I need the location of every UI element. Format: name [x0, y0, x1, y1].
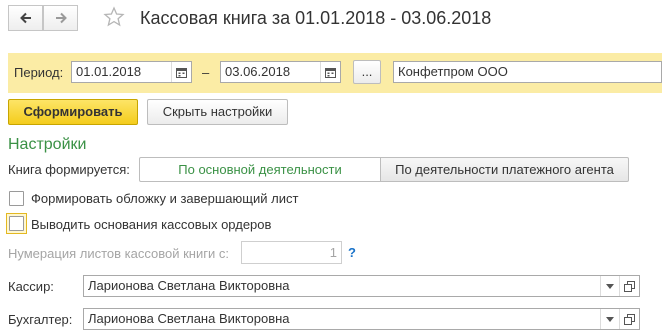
reasons-checkbox[interactable] [9, 216, 24, 231]
arrow-right-icon [55, 12, 67, 24]
arrow-left-icon [19, 12, 31, 24]
page-title: Кассовая книга за 01.01.2018 - 03.06.201… [140, 8, 492, 28]
accountant-dropdown-button[interactable] [600, 309, 619, 329]
open-window-icon [624, 280, 635, 292]
book-mode-label: Книга формируется: [8, 162, 130, 177]
date-to-value: 03.06.2018 [225, 64, 291, 79]
chevron-down-icon [606, 283, 614, 289]
numbering-field: 1 [241, 241, 342, 264]
forward-button[interactable] [43, 5, 78, 31]
cover-checkbox[interactable] [9, 191, 24, 206]
accountant-label: Бухгалтер: [8, 312, 73, 327]
accountant-value: Ларионова Светлана Викторовна [88, 311, 290, 326]
date-from-field[interactable]: 01.01.2018 [71, 61, 192, 83]
date-from-value: 01.01.2018 [76, 64, 142, 79]
chevron-down-icon [606, 316, 614, 322]
cashier-open-button[interactable] [619, 276, 639, 296]
mode-main-activity[interactable]: По основной деятельности [139, 157, 381, 182]
mode-payment-agent[interactable]: По деятельности платежного агента [381, 157, 629, 182]
date-to-field[interactable]: 03.06.2018 [220, 61, 341, 83]
settings-title: Настройки [8, 136, 87, 153]
cashier-field[interactable]: Ларионова Светлана Викторовна [83, 275, 640, 297]
calendar-icon [325, 67, 336, 78]
cashier-dropdown-button[interactable] [600, 276, 619, 296]
back-button[interactable] [8, 5, 43, 31]
choose-period-button[interactable]: ... [353, 60, 381, 84]
calendar-icon [176, 67, 187, 78]
calendar-button[interactable] [171, 62, 191, 82]
accountant-open-button[interactable] [619, 309, 639, 329]
help-link[interactable]: ? [348, 245, 356, 260]
numbering-label: Нумерация листов кассовой книги с: [8, 246, 229, 261]
accountant-field[interactable]: Ларионова Светлана Викторовна [83, 308, 640, 330]
star-icon[interactable] [103, 6, 125, 28]
cashier-label: Кассир: [8, 279, 54, 294]
organization-field[interactable]: Конфетпром ООО [393, 61, 662, 83]
cashier-value: Ларионова Светлана Викторовна [88, 278, 290, 293]
hide-settings-button[interactable]: Скрыть настройки [147, 99, 288, 125]
cover-label: Формировать обложку и завершающий лист [31, 191, 299, 206]
generate-button[interactable]: Сформировать [8, 99, 138, 125]
reasons-label: Выводить основания кассовых ордеров [31, 217, 272, 232]
open-window-icon [624, 313, 635, 325]
calendar-button[interactable] [320, 62, 340, 82]
period-label: Период: [14, 65, 64, 80]
period-separator: – [202, 65, 210, 80]
